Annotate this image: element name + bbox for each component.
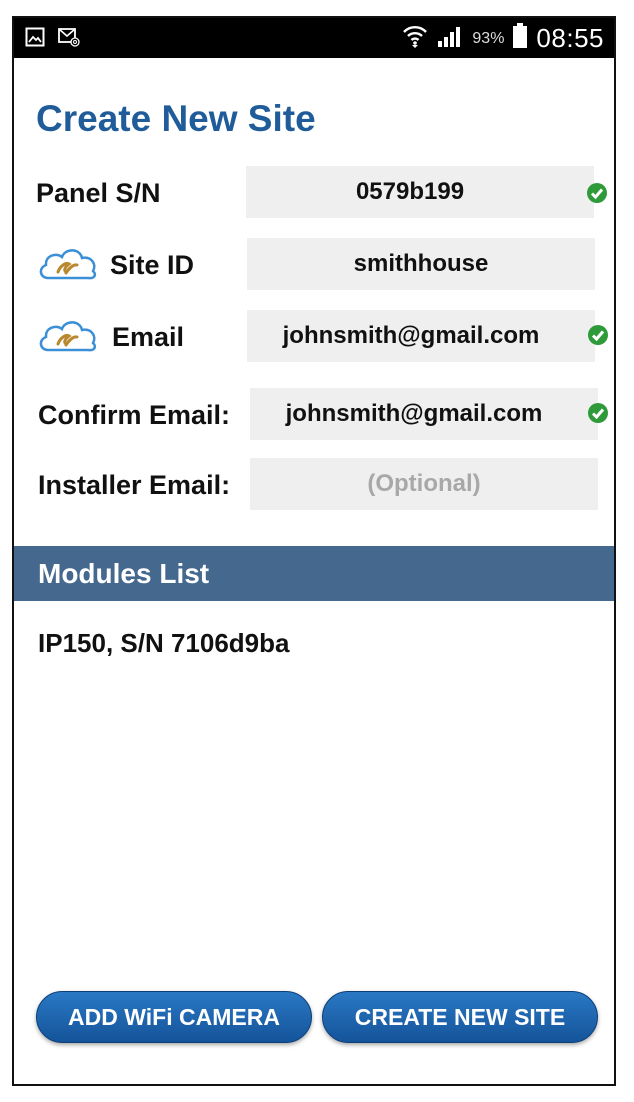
mail-icon (58, 26, 80, 48)
cloud-logo-icon (39, 249, 97, 280)
cloud-logo-icon (39, 321, 97, 352)
battery-icon (512, 23, 528, 54)
battery-percent: 93% (472, 29, 505, 47)
clock: 08:55 (536, 23, 604, 53)
confirm-email-valid-check-icon (588, 403, 608, 423)
panel-sn-field[interactable]: 0579b199 (246, 166, 594, 218)
installer-email-row: Installer Email: (Optional) (14, 458, 614, 512)
panel-sn-label: Panel S/N (36, 178, 161, 208)
installer-email-label: Installer Email: (38, 470, 231, 500)
modules-list-header: Modules List (14, 546, 614, 601)
add-wifi-camera-button[interactable]: ADD WiFi CAMERA (36, 991, 312, 1043)
status-bar: 93% 08:55 (14, 18, 614, 58)
confirm-email-row: Confirm Email: johnsmith@gmail.com (14, 388, 614, 442)
panel-sn-valid-check-icon (587, 183, 607, 203)
confirm-email-label: Confirm Email: (38, 400, 231, 430)
gallery-icon (24, 26, 46, 48)
email-row: Email johnsmith@gmail.com (14, 310, 614, 364)
page-title: Create New Site (36, 98, 316, 139)
site-id-field[interactable]: smithhouse (247, 238, 595, 290)
site-id-label: Site ID (110, 250, 195, 280)
list-item[interactable]: IP150, S/N 7106d9ba (38, 628, 289, 659)
confirm-email-field[interactable]: johnsmith@gmail.com (250, 388, 598, 440)
app-frame: 93% 08:55 Create New Site Panel S/N 0579… (12, 16, 616, 1086)
modules-list-title: Modules List (38, 558, 210, 589)
installer-email-field[interactable]: (Optional) (250, 458, 598, 510)
site-id-row: Site ID smithhouse (14, 238, 614, 292)
panel-sn-row: Panel S/N 0579b199 (14, 166, 614, 220)
email-label: Email (112, 322, 185, 352)
create-new-site-button[interactable]: CREATE NEW SITE (322, 991, 598, 1043)
signal-icon (436, 24, 464, 53)
email-valid-check-icon (588, 325, 608, 345)
email-field[interactable]: johnsmith@gmail.com (247, 310, 595, 362)
wifi-icon (402, 23, 428, 54)
